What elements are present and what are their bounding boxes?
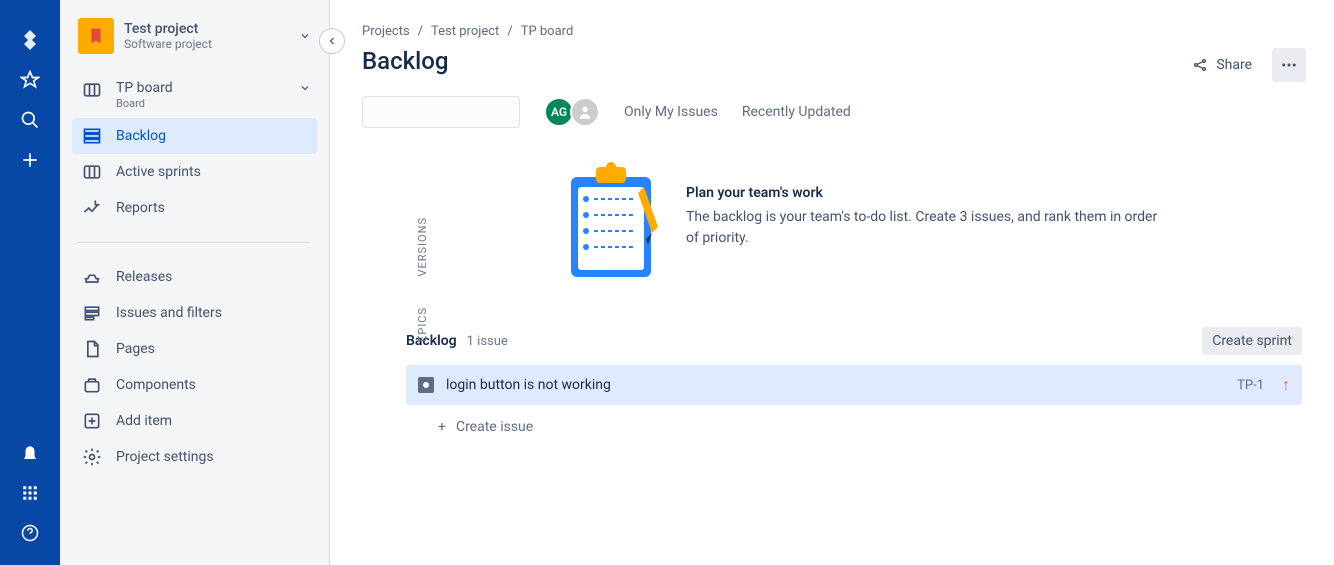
collapse-sidebar-button[interactable]: [319, 28, 345, 54]
issue-type-icon: [418, 377, 434, 393]
project-avatar-icon: [78, 18, 114, 54]
breadcrumb-sep: /: [418, 24, 423, 39]
nav-label: Pages: [116, 341, 155, 357]
backlog-icon: [82, 126, 102, 146]
jira-logo-icon[interactable]: [10, 20, 50, 60]
top-actions: Share: [1182, 48, 1306, 82]
create-issue-button[interactable]: + Create issue: [426, 409, 1302, 445]
nav-components[interactable]: Components: [72, 367, 317, 403]
nav-label: Reports: [116, 200, 165, 216]
notification-icon[interactable]: [10, 433, 50, 473]
onboarding-title: Plan your team's work: [686, 185, 1166, 201]
page-title: Backlog: [362, 47, 1302, 75]
project-name: Test project: [124, 21, 212, 37]
share-label: Share: [1216, 57, 1252, 73]
nav-label: Releases: [116, 269, 172, 285]
board-nav-item[interactable]: TP board Board: [72, 72, 317, 118]
assignee-avatars: AG: [548, 97, 600, 127]
breadcrumb-projects[interactable]: Projects: [362, 24, 410, 39]
chevron-down-icon[interactable]: [299, 82, 311, 94]
clipboard-illustration-icon: [556, 157, 666, 277]
issue-key: TP-1: [1237, 378, 1264, 393]
nav-reports[interactable]: Reports: [72, 190, 317, 226]
project-type: Software project: [124, 37, 212, 51]
plus-icon: +: [438, 419, 446, 435]
backlog-count: 1 issue: [467, 334, 508, 349]
divider: [78, 242, 311, 243]
issue-title: login button is not working: [446, 377, 611, 393]
share-icon: [1192, 57, 1208, 73]
main-content: Projects / Test project / TP board Backl…: [330, 0, 1334, 565]
nav-label: Active sprints: [116, 164, 201, 180]
search-input-wrapper[interactable]: [362, 96, 520, 128]
apps-grid-icon[interactable]: [10, 473, 50, 513]
plus-icon[interactable]: [10, 140, 50, 180]
nav-releases[interactable]: Releases: [72, 259, 317, 295]
nav-backlog[interactable]: Backlog: [72, 118, 317, 154]
tab-epics[interactable]: EPICS: [416, 307, 429, 342]
nav-label: Add item: [116, 413, 172, 429]
add-item-icon: [82, 411, 102, 431]
breadcrumb-sep: /: [507, 24, 512, 39]
issue-row[interactable]: login button is not working TP-1 ↑: [406, 365, 1302, 405]
board-icon: [82, 80, 102, 100]
help-icon[interactable]: [10, 513, 50, 553]
breadcrumb: Projects / Test project / TP board: [362, 24, 1302, 39]
project-sidebar: Test project Software project TP board B…: [60, 0, 330, 565]
nav-active-sprints[interactable]: Active sprints: [72, 154, 317, 190]
components-icon: [82, 375, 102, 395]
nav-project-settings[interactable]: Project settings: [72, 439, 317, 475]
quickfilter-only-my[interactable]: Only My Issues: [624, 104, 718, 120]
sprints-icon: [82, 162, 102, 182]
onboarding-banner: Plan your team's work The backlog is you…: [556, 157, 1302, 277]
nav-issues-filters[interactable]: Issues and filters: [72, 295, 317, 331]
pages-icon: [82, 339, 102, 359]
nav-label: Backlog: [116, 128, 166, 144]
reports-icon: [82, 198, 102, 218]
quickfilter-recently-updated[interactable]: Recently Updated: [742, 104, 851, 120]
backlog-header: Backlog 1 issue Create sprint: [406, 327, 1302, 355]
avatar-unassigned[interactable]: [570, 97, 600, 127]
nav-label: Project settings: [116, 449, 214, 465]
board-sub: Board: [116, 97, 173, 110]
create-issue-label: Create issue: [456, 419, 533, 435]
breadcrumb-project[interactable]: Test project: [431, 24, 499, 39]
side-tabs: VERSIONS EPICS: [416, 217, 429, 341]
board-name: TP board: [116, 80, 173, 96]
nav-pages[interactable]: Pages: [72, 331, 317, 367]
releases-icon: [82, 267, 102, 287]
backlog-title: Backlog: [406, 333, 457, 349]
priority-arrow-icon: ↑: [1282, 375, 1290, 395]
breadcrumb-board[interactable]: TP board: [521, 24, 574, 39]
create-sprint-button[interactable]: Create sprint: [1202, 327, 1302, 355]
more-menu-button[interactable]: [1272, 48, 1306, 82]
filters-icon: [82, 303, 102, 323]
gear-icon: [82, 447, 102, 467]
nav-add-item[interactable]: Add item: [72, 403, 317, 439]
chevron-down-icon[interactable]: [299, 30, 311, 42]
tab-versions[interactable]: VERSIONS: [416, 217, 429, 277]
nav-label: Components: [116, 377, 196, 393]
nav-label: Issues and filters: [116, 305, 222, 321]
onboarding-desc: The backlog is your team's to-do list. C…: [686, 207, 1166, 249]
toolbar-row: AG Only My Issues Recently Updated: [362, 95, 1302, 129]
star-icon[interactable]: [10, 60, 50, 100]
search-input[interactable]: [369, 104, 550, 120]
global-nav: [0, 0, 60, 565]
project-header[interactable]: Test project Software project: [72, 18, 317, 54]
share-button[interactable]: Share: [1182, 51, 1262, 79]
search-icon[interactable]: [10, 100, 50, 140]
